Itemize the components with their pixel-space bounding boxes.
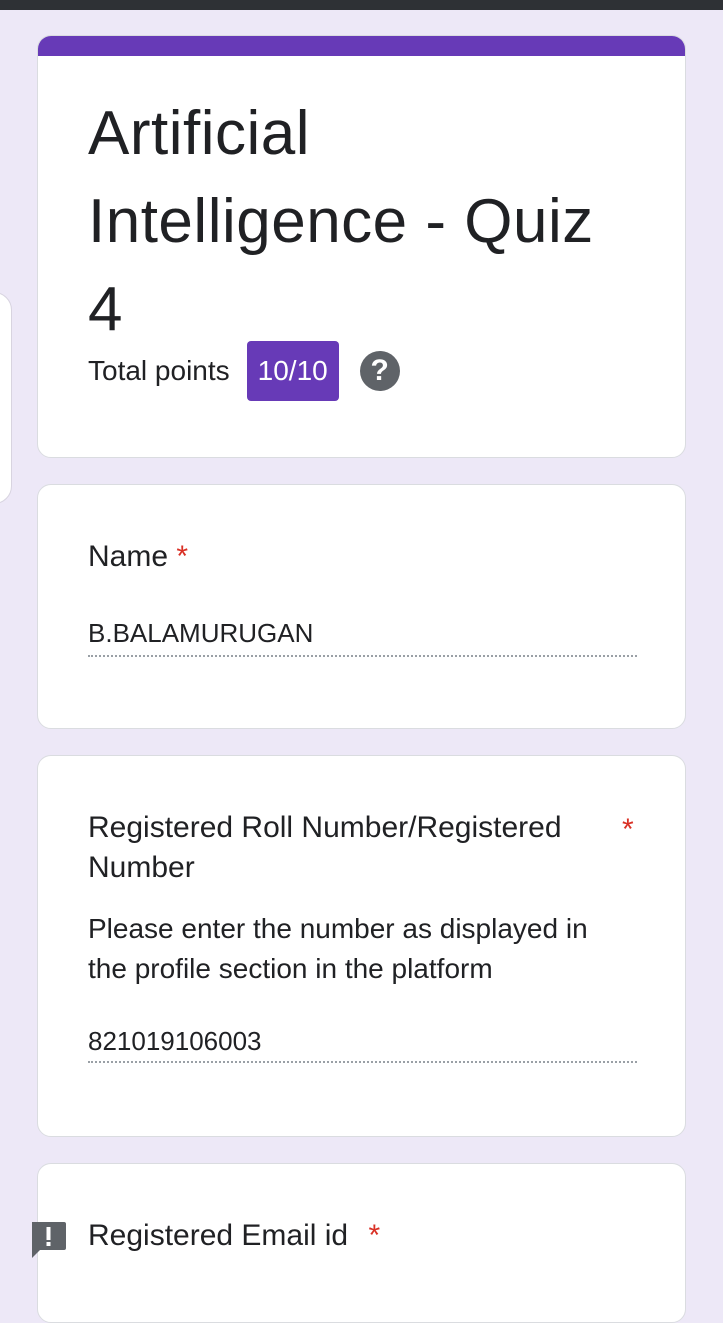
help-icon[interactable]: ? xyxy=(359,351,400,391)
question-title: Name * xyxy=(88,537,188,577)
question-card-email: Registered Email id * xyxy=(37,1163,686,1323)
question-title-text: Registered Email id xyxy=(88,1219,349,1252)
answer-underline xyxy=(88,655,637,657)
question-card-name: Name * B.BALAMURUGAN xyxy=(37,484,686,729)
total-points-label: Total points xyxy=(88,355,230,386)
status-bar-strip xyxy=(0,0,723,10)
score-badge: 10/10 xyxy=(246,341,339,401)
required-asterisk: * xyxy=(368,1219,381,1252)
header-accent-band xyxy=(38,36,685,56)
required-asterisk: * xyxy=(176,540,189,573)
question-title-text: Name xyxy=(88,540,169,573)
answer-value: B.BALAMURUGAN xyxy=(88,618,314,648)
question-helper-text: Please enter the number as displayed in … xyxy=(88,913,588,984)
form-header-card: Artificial Intelligence - Quiz 4 Total p… xyxy=(37,35,686,458)
question-card-roll-number: Registered Roll Number/Registered Number… xyxy=(37,755,686,1137)
form-title: Artificial Intelligence - Quiz 4 xyxy=(88,99,594,344)
total-points-row: Total points 10/10 ? xyxy=(88,341,400,401)
required-asterisk: * xyxy=(622,813,634,846)
report-feedback-icon[interactable] xyxy=(28,1220,68,1260)
question-title: Registered Email id * xyxy=(88,1216,380,1256)
answer-value: 821019106003 xyxy=(88,1026,262,1056)
answer-underline xyxy=(88,1061,637,1063)
question-title-text: Registered Roll Number/Registered Number xyxy=(88,811,562,884)
side-panel-tab[interactable] xyxy=(0,292,12,504)
